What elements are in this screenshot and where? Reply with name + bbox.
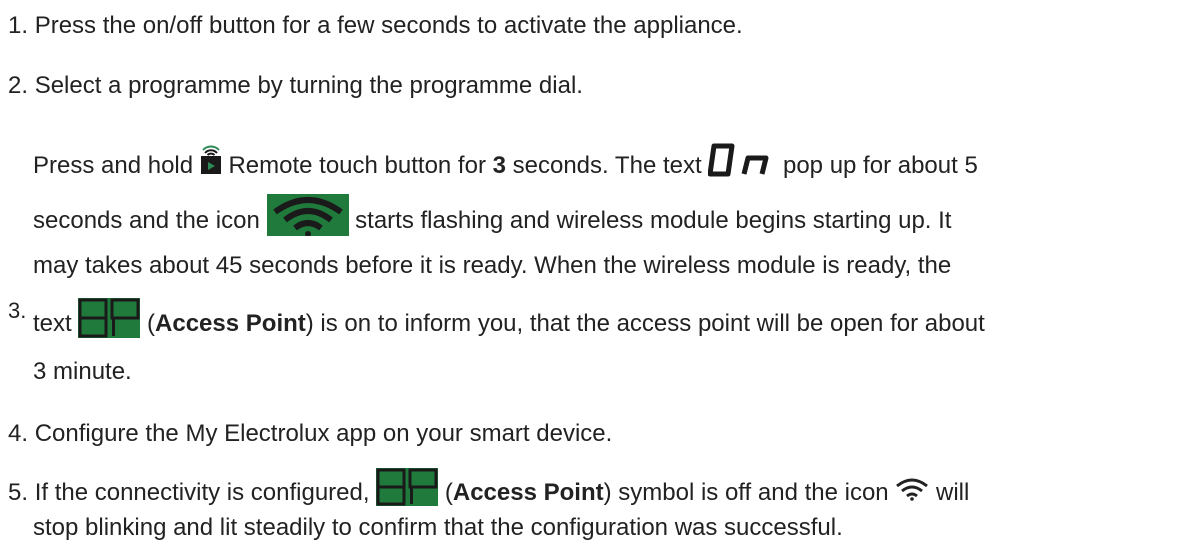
step-5-line-2: stop blinking and lit steadily to confir…	[33, 514, 843, 541]
wifi-icon	[266, 194, 349, 249]
step-number: 3.	[8, 298, 27, 323]
on-display-icon	[707, 142, 776, 191]
step-text: Configure the My Electrolux app on your …	[34, 420, 613, 447]
wifi-outline-icon	[895, 474, 929, 514]
step-3-line-1: Press and hold Remote touch button for 3…	[33, 142, 978, 191]
step-2: 2. Select a programme by turning the pro…	[8, 66, 583, 106]
step-number: 5.	[8, 478, 29, 506]
step-3-line-4: text (Access Point) is on to inform you,…	[33, 298, 985, 351]
step-number: 4.	[8, 420, 29, 447]
remote-touch-icon	[200, 145, 222, 188]
step-text: Press the on/off button for a few second…	[34, 12, 743, 39]
step-1: 1. Press the on/off button for a few sec…	[8, 6, 743, 46]
step-3-line-3: may takes about 45 seconds before it is …	[33, 252, 952, 279]
step-4: 4. Configure the My Electrolux app on yo…	[8, 414, 612, 454]
instruction-list: 1. Press the on/off button for a few sec…	[0, 0, 1197, 558]
step-number: 2.	[8, 72, 29, 99]
step-number: 1.	[8, 12, 29, 39]
step-3-line-5: 3 minute.	[33, 358, 132, 385]
step-3-line-2: seconds and the icon starts flashing and…	[33, 194, 951, 249]
access-point-display-icon	[78, 298, 141, 351]
step-text: Select a programme by turning the progra…	[34, 72, 583, 99]
